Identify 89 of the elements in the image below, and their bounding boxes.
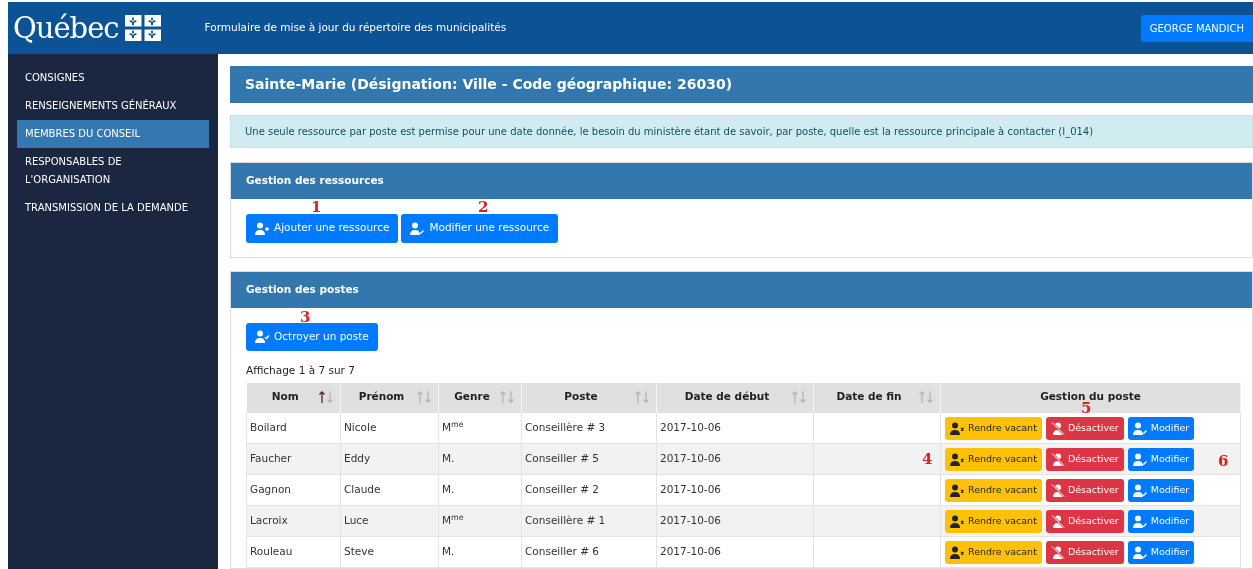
modify-button[interactable]: Modifier [1127,447,1195,471]
table-cell: Conseiller # 2 [525,483,600,496]
deactivate-button[interactable]: Désactiver [1045,447,1124,471]
user-x-icon [950,483,965,497]
notice-alert: Une seule ressource par poste est permise pour une date donnée, le besoin du ministère étant de savoir, par poste, quelle est la ressource principale à contacter (I_014) [230,115,1253,148]
user-slash-icon [1050,483,1065,497]
annotation-number: 4 [922,452,933,467]
modify-button[interactable]: Modifier [1127,478,1195,502]
annotation-number: 6 [1218,454,1229,469]
grant-post-button[interactable]: Octroyer un poste [246,322,378,351]
user-pen-icon [1132,452,1148,466]
annotation-number: 2 [478,200,489,215]
table-cell: 2017-10-06 [660,545,722,558]
annotation-number: 5 [1081,401,1092,416]
table-cell: Conseiller # 6 [525,545,600,558]
vacate-button[interactable]: Rendre vacant [945,509,1042,533]
sort-arrows-icon[interactable] [318,390,334,405]
table-cell: Faucher [250,452,292,465]
vacate-button[interactable]: Rendre vacant [945,540,1042,564]
user-pen-icon [1132,545,1148,559]
user-pen-icon [1132,421,1148,435]
table-cell: Boilard [250,421,287,434]
column-header: Nom [270,389,300,405]
table-cell: Claude [344,483,381,496]
deactivate-button[interactable]: Désactiver [1045,509,1124,533]
table-cell: M. [442,483,455,496]
user-slash-icon [1050,545,1065,559]
sidebar-item[interactable]: TRANSMISSION DE LA DEMANDE [17,194,209,222]
table-cell: Nicole [344,421,377,434]
deactivate-button[interactable]: Désactiver [1045,540,1124,564]
sidebar-item[interactable]: CONSIGNES [17,64,209,92]
quebec-logo: Québec [13,13,119,43]
user-slash-icon [1050,421,1065,435]
results-count: Affichage 1 à 7 sur 7 [246,362,356,378]
user-x-icon [950,452,965,466]
column-header: Poste [563,389,599,405]
deactivate-button[interactable]: Désactiver [1045,478,1124,502]
vacate-button[interactable]: Rendre vacant [945,478,1042,502]
card-header: Gestion des ressources [231,162,1252,199]
user-x-icon [950,545,965,559]
table-cell: 2017-10-06 [660,452,722,465]
table-cell: Conseillère # 1 [525,514,606,527]
table-cell: Lacroix [250,514,288,527]
column-header: Prénom [357,389,406,405]
sidebar-item[interactable]: RENSEIGNEMENTS GÉNÉRAUX [17,92,209,120]
annotation-number: 3 [300,310,311,325]
table-cell: Conseillère # 3 [525,421,606,434]
user-check-icon [255,330,270,344]
user-slash-icon [1050,514,1065,528]
table-cell: M$^{me}$ [442,514,464,527]
user-plus-icon [255,221,270,235]
modify-button[interactable]: Modifier [1127,509,1195,533]
table-cell: Rouleau [250,545,293,558]
vacate-button[interactable]: Rendre vacant [945,416,1042,440]
user-pen-icon [410,221,426,235]
sidebar-item[interactable]: RESPONSABLES DE L'ORGANISATION [17,148,209,194]
table-cell: Eddy [344,452,371,465]
modify-button[interactable]: Modifier [1127,416,1195,440]
user-pen-icon [1132,514,1148,528]
vacate-button[interactable]: Rendre vacant [945,447,1042,471]
table-cell: Conseiller # 5 [525,452,600,465]
table-cell: M. [442,545,455,558]
user-slash-icon [1050,452,1065,466]
table-cell: Steve [344,545,374,558]
user-x-icon [950,421,965,435]
column-header: Date de fin [835,389,903,405]
fleur-de-lis-flag-icon [124,15,161,41]
modify-button[interactable]: Modifier [1127,540,1195,564]
column-header: Gestion du poste [1039,389,1142,403]
edit-resource-button[interactable]: Modifier une ressource [401,213,559,243]
column-header: Date de début [683,389,771,405]
user-button[interactable]: GEORGE MANDICH [1140,14,1253,42]
header-title: Formulaire de mise à jour du répertoire des municipalités [204,20,507,36]
column-header: Genre [453,389,491,405]
table-cell: Luce [344,514,369,527]
table-cell: 2017-10-06 [660,421,722,434]
deactivate-button[interactable]: Désactiver [1045,416,1124,440]
table-cell: M. [442,452,455,465]
table-cell: 2017-10-06 [660,483,722,496]
card-header: Gestion des postes [231,271,1252,308]
add-resource-button[interactable]: Ajouter une ressource [246,213,399,243]
annotation-number: 1 [311,200,322,215]
user-x-icon [950,514,965,528]
table-cell: M$^{me}$ [442,421,464,434]
page-title-bar: Sainte-Marie (Désignation: Ville - Code géographique: 26030) [230,66,1253,104]
sidebar-item[interactable]: MEMBRES DU CONSEIL [17,120,209,148]
user-pen-icon [1132,483,1148,497]
table-cell: Gagnon [250,483,291,496]
table-cell: 2017-10-06 [660,514,722,527]
